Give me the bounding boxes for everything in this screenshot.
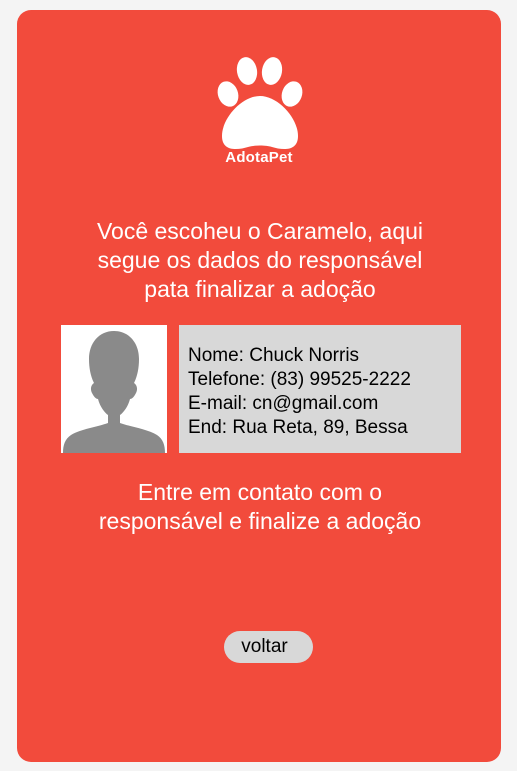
intro-line: Você escoheu o Caramelo, aqui <box>96 218 424 244</box>
contact-instructions: Entre em contato com o responsável e fin… <box>57 478 463 536</box>
adoption-card: AdotaPet Você escoheu o Caramelo, aqui s… <box>17 10 501 762</box>
contact-line: responsável e finalize a adoção <box>98 508 422 534</box>
owner-phone: Telefone: (83) 99525-2222 <box>188 369 411 390</box>
owner-name: Nome: Chuck Norris <box>188 345 360 366</box>
owner-avatar <box>61 325 167 453</box>
intro-line: pata finalizar a adoção <box>144 276 376 302</box>
owner-address: End: Rua Reta, 89, Bessa <box>188 417 408 438</box>
owner-email: E-mail: cn@gmail.com <box>188 393 379 414</box>
owner-details: Nome: Chuck Norris Telefone: (83) 99525-… <box>188 344 411 440</box>
contact-line: Entre em contato com o <box>137 479 383 505</box>
back-button[interactable]: voltar <box>224 631 313 663</box>
brand-name: AdotaPet <box>225 149 293 166</box>
intro-line: segue os dados do responsável <box>97 247 423 273</box>
owner-details-panel: Nome: Chuck Norris Telefone: (83) 99525-… <box>179 325 461 453</box>
person-silhouette-icon <box>61 325 167 453</box>
intro-message: Você escoheu o Caramelo, aqui segue os d… <box>57 217 463 304</box>
